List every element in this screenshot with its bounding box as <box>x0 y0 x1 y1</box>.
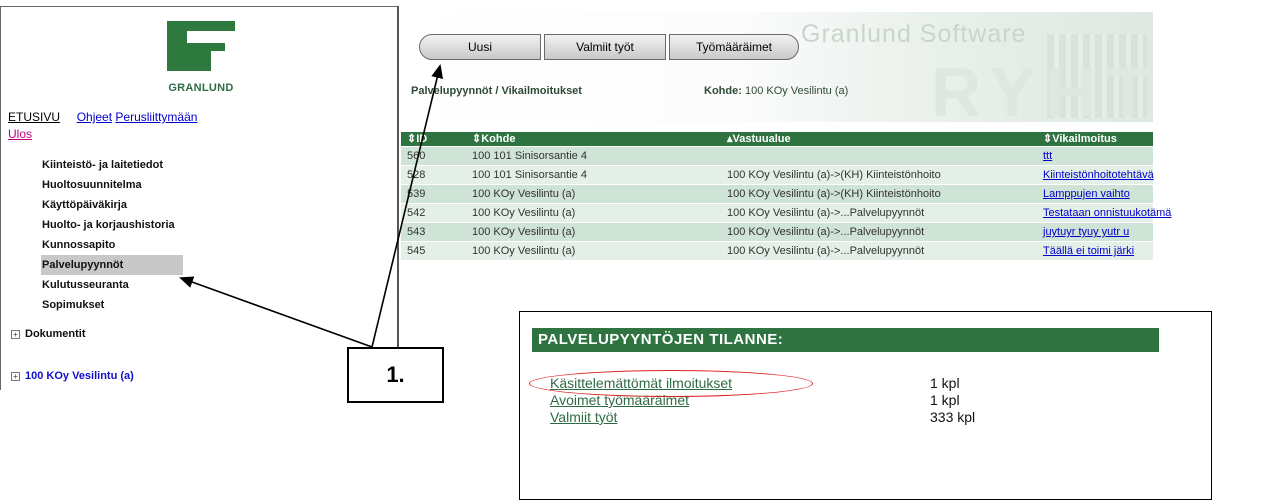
nav-item-kiinteisto-ja-laitetiedot[interactable]: Kiinteistö- ja laitetiedot <box>41 155 183 175</box>
current-target: Kohde: 100 KOy Vesilintu (a) <box>704 85 848 97</box>
nav-item-huolto-ja-korjaushistoria[interactable]: Huolto- ja korjaushistoria <box>41 215 183 235</box>
cell-vikailmoitus-link[interactable]: Lamppujen vaihto <box>1043 185 1130 204</box>
status-count: 1 kpl <box>930 375 960 391</box>
status-link-completed-jobs[interactable]: Valmiit työt <box>550 409 617 425</box>
work-orders-button[interactable]: Työmääräimet <box>669 34 799 60</box>
cell-vikailmoitus-link[interactable]: Täällä ei toimi järki <box>1043 242 1134 261</box>
cell-vikailmoitus-link[interactable]: Testataan onnistuukotämä <box>1043 204 1171 223</box>
kohde-value: 100 KOy Vesilintu (a) <box>744 85 849 97</box>
tree-node-label: 100 KOy Vesilintu (a) <box>25 370 134 382</box>
tree-node-label: Dokumentit <box>25 328 86 340</box>
left-navigation-panel: GRANLUND ETUSIVU Ohjeet Perusliittymään … <box>0 6 399 390</box>
cell-kohde: 100 101 Sinisorsantie 4 <box>472 150 587 162</box>
status-summary-box: PALVELUPYYNTÖJEN TILANNE: Käsittelemättö… <box>519 311 1212 500</box>
cell-vastuualue: 100 KOy Vesilintu (a)->(KH) Kiinteistönh… <box>727 188 941 200</box>
nav-item-kayttopaivakirja[interactable]: Käyttöpäiväkirja <box>41 195 183 215</box>
column-header-vastuualue[interactable]: ▴Vastuualue <box>727 132 791 147</box>
column-header-vikailmoitus[interactable]: ⇕Vikailmoitus <box>1043 132 1117 147</box>
cell-id: 539 <box>407 188 426 200</box>
expand-plus-icon[interactable]: + <box>11 329 20 339</box>
link-etusivu[interactable]: ETUSIVU <box>8 110 60 124</box>
logout-link[interactable]: Ulos <box>8 127 32 141</box>
nav-item-kunnossapito[interactable]: Kunnossapito <box>41 235 183 255</box>
table-row: 545 100 KOy Vesilintu (a) 100 KOy Vesili… <box>401 242 1153 261</box>
cell-vikailmoitus-link[interactable]: ttt <box>1043 147 1052 166</box>
banner-brand-text: Granlund Software <box>801 20 1027 48</box>
new-button[interactable]: Uusi <box>419 34 541 60</box>
nav-item-huoltosuunnitelma[interactable]: Huoltosuunnitelma <box>41 175 183 195</box>
logo-text: GRANLUND <box>168 82 234 94</box>
tree-node-kohde[interactable]: +100 KOy Vesilintu (a) <box>11 370 134 382</box>
nav-item-kulutusseuranta[interactable]: Kulutusseuranta <box>41 275 183 295</box>
table-row: 542 100 KOy Vesilintu (a) 100 KOy Vesili… <box>401 204 1171 223</box>
link-perusliittyma[interactable]: Perusliittymään <box>115 110 197 124</box>
status-title: PALVELUPYYNTÖJEN TILANNE: <box>532 328 1159 352</box>
status-link-unprocessed[interactable]: Käsittelemättömät ilmoitukset <box>550 375 732 391</box>
cell-kohde: 100 KOy Vesilintu (a) <box>472 188 576 200</box>
header-banner: Granlund Software RYHTI Uusi Valmiit työ… <box>401 12 1153 122</box>
link-ohjeet[interactable]: Ohjeet <box>77 110 112 124</box>
cell-vastuualue: 100 KOy Vesilintu (a)->...Palvelupyynnöt <box>727 226 925 238</box>
cell-vastuualue: 100 KOy Vesilintu (a)->(KH) Kiinteistönh… <box>727 169 941 181</box>
expand-plus-icon[interactable]: + <box>11 371 20 381</box>
cell-vikailmoitus-link[interactable]: Kiinteistönhoitotehtävä <box>1043 166 1154 185</box>
nav-item-sopimukset[interactable]: Sopimukset <box>41 295 183 315</box>
banner-product-text: RYHTI <box>931 53 1153 122</box>
completed-jobs-button[interactable]: Valmiit työt <box>544 34 666 60</box>
table-row: 543 100 KOy Vesilintu (a) 100 KOy Vesili… <box>401 223 1153 242</box>
cell-id: 560 <box>407 150 426 162</box>
table-row: 560 100 101 Sinisorsantie 4 ttt <box>401 147 1153 166</box>
cell-vastuualue: 100 KOy Vesilintu (a)->...Palvelupyynnöt <box>727 207 925 219</box>
status-link-open-work-orders[interactable]: Avoimet työmääräimet <box>550 392 689 408</box>
table-row: 528 100 101 Sinisorsantie 4 100 KOy Vesi… <box>401 166 1154 185</box>
column-header-kohde[interactable]: ⇕Kohde <box>472 132 515 147</box>
tree-node-dokumentit[interactable]: + Dokumentit <box>11 328 86 340</box>
service-requests-table: ⇕ID ⇕Kohde ▴Vastuualue ⇕Vikailmoitus 560… <box>401 132 1171 261</box>
cell-vikailmoitus-link[interactable]: juytuyr tyuy yutr u <box>1043 223 1129 242</box>
table-header: ⇕ID ⇕Kohde ▴Vastuualue ⇕Vikailmoitus <box>401 132 1153 147</box>
status-count: 333 kpl <box>930 409 976 425</box>
breadcrumb: Palvelupyynnöt / Vikailmoitukset <box>411 85 582 97</box>
nav-item-palvelupyynnot[interactable]: Palvelupyynnöt <box>41 255 183 275</box>
status-row: Avoimet työmääräimet 1 kpl <box>550 392 960 409</box>
cell-kohde: 100 KOy Vesilintu (a) <box>472 245 576 257</box>
cell-id: 542 <box>407 207 426 219</box>
status-row: Käsittelemättömät ilmoitukset 1 kpl <box>550 375 960 392</box>
cell-id: 545 <box>407 245 426 257</box>
cell-kohde: 100 101 Sinisorsantie 4 <box>472 169 587 181</box>
callout-label: 1. <box>347 347 444 403</box>
cell-id: 528 <box>407 169 426 181</box>
nav-menu: Kiinteistö- ja laitetiedot Huoltosuunnit… <box>41 155 183 315</box>
status-row: Valmiit työt 333 kpl <box>550 409 975 426</box>
cell-vastuualue: 100 KOy Vesilintu (a)->...Palvelupyynnöt <box>727 245 925 257</box>
cell-kohde: 100 KOy Vesilintu (a) <box>472 207 576 219</box>
column-header-id[interactable]: ⇕ID <box>407 132 427 147</box>
status-count: 1 kpl <box>930 392 960 408</box>
top-links: ETUSIVU Ohjeet Perusliittymään <box>8 110 197 124</box>
cell-kohde: 100 KOy Vesilintu (a) <box>472 226 576 238</box>
granlund-logo-icon <box>167 21 235 71</box>
table-row: 539 100 KOy Vesilintu (a) 100 KOy Vesili… <box>401 185 1153 204</box>
cell-id: 543 <box>407 226 426 238</box>
kohde-label: Kohde: <box>704 85 742 97</box>
